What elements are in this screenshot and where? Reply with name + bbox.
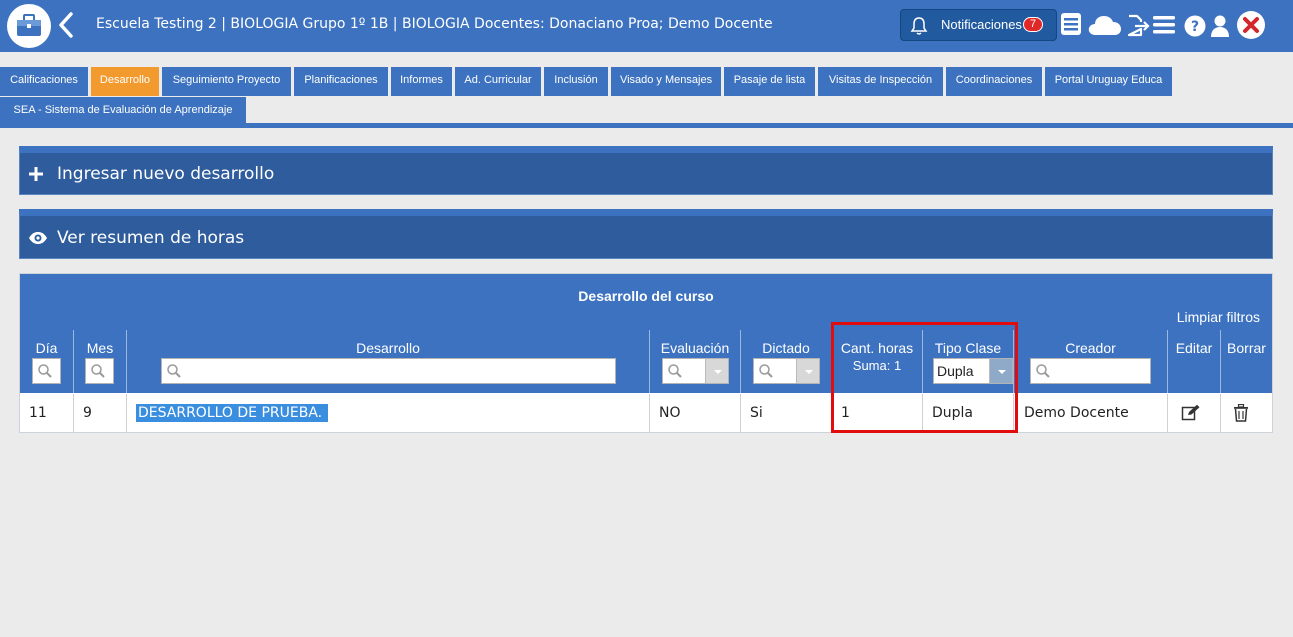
chevron-down-icon[interactable] xyxy=(989,359,1012,383)
page-title: Escuela Testing 2 | BIOLOGIA Grupo 1º 1B… xyxy=(96,16,773,32)
dia-filter-input[interactable] xyxy=(32,358,61,384)
edit-icon[interactable] xyxy=(1181,404,1201,422)
tab-portal-uruguay-educa[interactable]: Portal Uruguay Educa xyxy=(1045,67,1172,96)
dictado-filter-select[interactable] xyxy=(753,358,820,384)
column-tipo-clase-label: Tipo Clase xyxy=(934,340,1002,356)
app-logo[interactable] xyxy=(7,4,51,48)
mes-filter-input[interactable] xyxy=(85,358,114,384)
new-development-label: Ingresar nuevo desarrollo xyxy=(57,164,275,184)
column-borrar-label: Borrar xyxy=(1227,340,1266,356)
hours-summary-panel[interactable]: Ver resumen de horas xyxy=(19,209,1273,259)
tipo-clase-filter-value: Dupla xyxy=(937,363,974,379)
top-bar: Escuela Testing 2 | BIOLOGIA Grupo 1º 1B… xyxy=(0,0,1293,52)
clear-filters-link[interactable]: Limpiar filtros xyxy=(1177,309,1260,325)
search-icon xyxy=(1036,364,1050,378)
notifications-label: Notificaciones xyxy=(941,17,1022,32)
column-desarrollo-label: Desarrollo xyxy=(356,340,420,356)
tab-seguimiento-proyecto[interactable]: Seguimiento Proyecto xyxy=(162,67,291,96)
notifications-button[interactable]: Notificaciones 7 xyxy=(900,9,1057,41)
column-mes-label: Mes xyxy=(86,340,114,356)
tab-ad-curricular[interactable]: Ad. Curricular xyxy=(455,67,541,96)
tab-pasaje-de-lista[interactable]: Pasaje de lista xyxy=(724,67,815,96)
column-creador-label: Creador xyxy=(1065,340,1116,356)
tab-sea-sistema-evaluacion[interactable]: SEA - Sistema de Evaluación de Aprendiza… xyxy=(0,97,246,126)
search-icon xyxy=(167,364,181,378)
bell-icon xyxy=(910,17,928,35)
creador-filter-input[interactable] xyxy=(1030,358,1151,384)
search-icon xyxy=(91,364,105,378)
cell-desarrollo: DESARROLLO DE PRUEBA. xyxy=(126,394,649,433)
cloud-icon[interactable] xyxy=(1087,13,1123,37)
chevron-down-icon[interactable] xyxy=(705,359,728,383)
tabs-underline xyxy=(0,123,1293,128)
cell-dia: 11 xyxy=(29,405,47,421)
column-editar-label: Editar xyxy=(1175,340,1213,356)
help-icon[interactable]: ? xyxy=(1184,15,1206,37)
tab-informes[interactable]: Informes xyxy=(391,67,452,96)
tab-visado-y-mensajes[interactable]: Visado y Mensajes xyxy=(611,67,721,96)
grid-header: Desarrollo del curso Limpiar filtros xyxy=(20,274,1272,330)
column-cant-horas-label: Cant. horas xyxy=(840,340,914,356)
column-evaluacion-label: Evaluación xyxy=(660,340,730,356)
tipo-clase-filter-select[interactable]: Dupla xyxy=(933,358,1013,384)
plus-icon xyxy=(29,167,43,181)
column-creador[interactable]: Creador xyxy=(1013,330,1167,393)
cell-editar xyxy=(1167,394,1220,433)
course-development-grid: Desarrollo del curso Limpiar filtros Día… xyxy=(19,273,1273,433)
cell-cant-horas: 1 xyxy=(831,394,922,433)
column-dictado[interactable]: Dictado xyxy=(740,330,831,393)
desarrollo-filter-input[interactable] xyxy=(161,358,616,384)
trash-icon[interactable] xyxy=(1233,404,1249,422)
column-borrar: Borrar xyxy=(1220,330,1272,393)
column-cant-horas[interactable]: Cant. horas Suma: 1 xyxy=(831,330,922,393)
cell-evaluacion: NO xyxy=(649,394,740,433)
cell-creador: Demo Docente xyxy=(1013,394,1167,433)
menu-icon[interactable] xyxy=(1153,14,1175,36)
column-mes[interactable]: Mes xyxy=(73,330,126,393)
search-icon xyxy=(759,364,773,378)
eye-icon xyxy=(29,232,47,244)
desarrollo-text: DESARROLLO DE PRUEBA. xyxy=(136,404,329,422)
column-evaluacion[interactable]: Evaluación xyxy=(649,330,740,393)
back-arrow-icon[interactable] xyxy=(58,12,74,38)
svg-text:?: ? xyxy=(1191,19,1199,35)
export-document-icon[interactable] xyxy=(1126,12,1150,38)
close-icon[interactable] xyxy=(1236,10,1266,40)
column-editar: Editar xyxy=(1167,330,1220,393)
column-dictado-label: Dictado xyxy=(762,340,810,356)
tab-calificaciones[interactable]: Calificaciones xyxy=(0,67,88,96)
cell-tipo-clase: Dupla xyxy=(922,394,1013,433)
cant-horas-sum: Suma: 1 xyxy=(852,358,902,373)
notifications-count-badge: 7 xyxy=(1023,17,1043,32)
column-tipo-clase[interactable]: Tipo Clase Dupla xyxy=(922,330,1013,393)
user-icon[interactable] xyxy=(1210,14,1230,38)
cell-dictado: Si xyxy=(740,394,831,433)
tab-coordinaciones[interactable]: Coordinaciones xyxy=(946,67,1042,96)
search-icon xyxy=(668,364,682,378)
new-development-panel[interactable]: Ingresar nuevo desarrollo xyxy=(19,146,1273,195)
tab-planificaciones[interactable]: Planificaciones xyxy=(294,67,388,96)
cell-borrar xyxy=(1220,394,1272,433)
tab-desarrollo[interactable]: Desarrollo xyxy=(91,67,159,96)
tab-visitas-de-inspeccion[interactable]: Visitas de Inspección xyxy=(818,67,943,96)
evaluacion-filter-select[interactable] xyxy=(662,358,729,384)
grid-title: Desarrollo del curso xyxy=(578,288,714,304)
briefcase-icon xyxy=(17,14,41,36)
hours-summary-label: Ver resumen de horas xyxy=(57,228,245,248)
chevron-down-icon[interactable] xyxy=(796,359,819,383)
search-icon xyxy=(38,364,52,378)
tab-inclusion[interactable]: Inclusión xyxy=(544,67,608,96)
cell-mes: 9 xyxy=(73,394,126,433)
column-desarrollo[interactable]: Desarrollo xyxy=(126,330,649,393)
column-dia-label: Día xyxy=(35,340,58,356)
column-dia[interactable]: Día xyxy=(20,330,73,393)
list-card-icon[interactable] xyxy=(1060,12,1082,36)
